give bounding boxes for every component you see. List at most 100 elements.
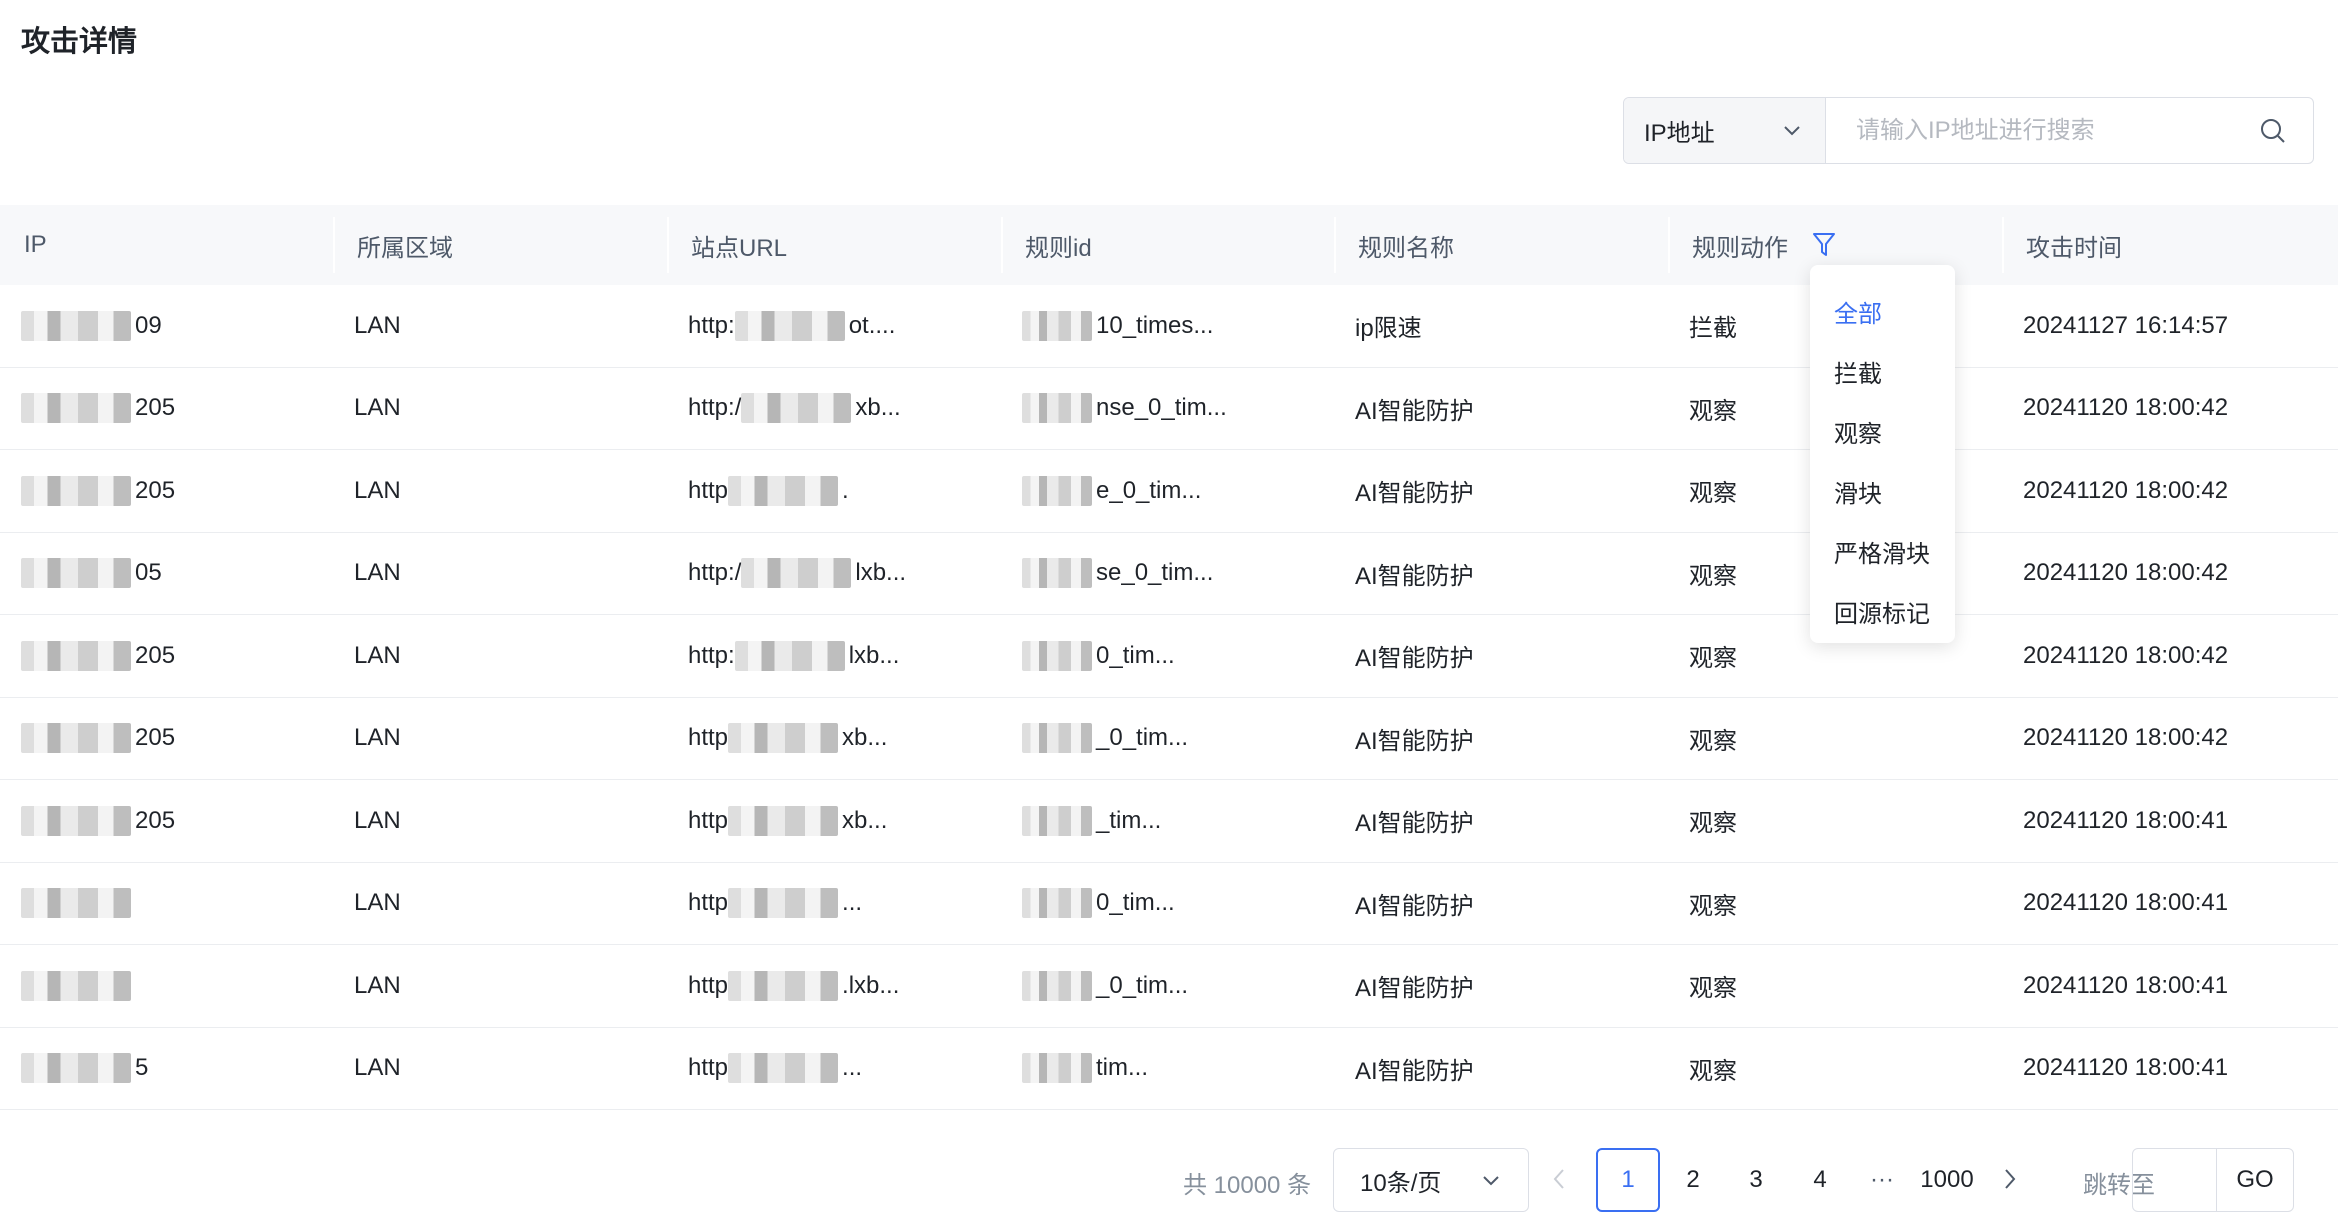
cell-url-prefix: http [688, 724, 729, 752]
table-row: 205 LAN http: lxb... 0_tim... AI智能防护 观察 2024112… [0, 615, 2338, 698]
cell-rule-action: 观察 [1689, 1057, 1737, 1085]
page-3-button[interactable]: 3 [1738, 1148, 1774, 1212]
table-row: LAN http .lxb... _0_tim... AI智能防护 观察 20241120 … [0, 945, 2338, 1028]
cell-site-url: http: ot.... [667, 285, 1001, 367]
redacted-mosaic [728, 723, 839, 754]
cell-url-prefix: http [688, 806, 729, 834]
cell-rule-id: se_0_tim... [1001, 533, 1334, 615]
next-page-icon[interactable] [1999, 1164, 2021, 1194]
cell-ip-text: 09 [135, 311, 162, 339]
cell-rule-id: 0_tim... [1001, 615, 1334, 697]
cell-ip-text: 205 [135, 641, 176, 669]
filter-icon[interactable] [1812, 232, 1836, 258]
cell-attack-time: 20241120 18:00:41 [2023, 971, 2229, 999]
redacted-mosaic [21, 558, 131, 589]
cell-rule-action: 观察 [1689, 727, 1737, 755]
search-icon[interactable] [2233, 98, 2313, 163]
table-row: 205 LAN http. e_0_tim... AI智能防护 观察 20241120 18… [0, 450, 2338, 533]
cell-url-suffix: xb... [842, 806, 888, 834]
cell-region: LAN [354, 1054, 401, 1082]
cell-url-suffix: ... [842, 889, 863, 917]
cell-attack-time: 20241120 18:00:42 [2023, 559, 2229, 587]
col-region: 所属区域 [333, 205, 667, 285]
page-title: 攻击详情 [21, 26, 138, 58]
cell-url-suffix: xb... [855, 394, 901, 422]
cell-url-prefix: http [688, 476, 729, 504]
cell-url-suffix: xb... [842, 724, 888, 752]
redacted-mosaic [1022, 805, 1092, 836]
cell-attack-time: 20241120 18:00:41 [2023, 806, 2229, 834]
filter-option-slider[interactable]: 滑块 [1810, 461, 1955, 521]
page-4-button[interactable]: 4 [1802, 1148, 1838, 1212]
cell-rule-id: tim... [1001, 1028, 1334, 1110]
cell-site-url: http. [667, 450, 1001, 532]
cell-attack-time: 20241120 18:00:42 [2023, 724, 2229, 752]
cell-ip [0, 945, 333, 1027]
cell-site-url: http:/ xb... [667, 368, 1001, 450]
cell-ip: 205 [0, 698, 333, 780]
total-count: 共 10000 条 [1183, 1172, 1312, 1199]
cell-rule-name: AI智能防护 [1355, 892, 1474, 920]
redacted-mosaic [734, 310, 845, 341]
cell-ip: 205 [0, 780, 333, 862]
filter-option-origin-mark[interactable]: 回源标记 [1810, 581, 1955, 641]
cell-rule-id-text: 10_times... [1096, 311, 1214, 339]
cell-url-prefix: http [688, 1054, 729, 1082]
prev-page-icon[interactable] [1548, 1164, 1570, 1194]
cell-site-url: http xb... [667, 698, 1001, 780]
cell-url-suffix: lxb... [848, 641, 900, 669]
redacted-mosaic [734, 640, 845, 671]
page-2-button[interactable]: 2 [1675, 1148, 1711, 1212]
redacted-mosaic [728, 970, 839, 1001]
cell-rule-action: 观察 [1689, 975, 1737, 1003]
redacted-mosaic [21, 640, 131, 671]
filter-option-observe[interactable]: 观察 [1810, 401, 1955, 461]
redacted-mosaic [1022, 558, 1092, 589]
cell-rule-id: e_0_tim... [1001, 450, 1334, 532]
table-row: 205 LAN http:/xb... nse_0_tim... AI智能防护 观察 202… [0, 368, 2338, 450]
table-row: 205 LAN http xb... _0_tim... AI智能防护 观察 20241120… [0, 698, 2338, 780]
go-button[interactable]: GO [2217, 1149, 2293, 1211]
cell-url-prefix: http: [688, 641, 735, 669]
cell-rule-id-text: se_0_tim... [1096, 559, 1214, 587]
cell-site-url: http... [667, 863, 1001, 945]
cell-region: LAN [354, 476, 401, 504]
redacted-mosaic [1022, 310, 1092, 341]
filter-option-block[interactable]: 拦截 [1810, 341, 1955, 401]
cell-site-url: http .lxb... [667, 945, 1001, 1027]
filter-option-all[interactable]: 全部 [1810, 281, 1955, 341]
cell-rule-name: AI智能防护 [1355, 562, 1474, 590]
search-input[interactable] [1826, 98, 2233, 163]
cell-ip: 5 [0, 1028, 333, 1110]
redacted-mosaic [21, 805, 131, 836]
page-last-button[interactable]: 1000 [1914, 1148, 1980, 1212]
page-1-button[interactable]: 1 [1596, 1148, 1660, 1212]
jump-input[interactable] [2133, 1149, 2217, 1211]
cell-url-prefix: http [688, 889, 729, 917]
col-attack-time: 攻击时间 [2002, 205, 2338, 285]
cell-rule-id-text: _0_tim... [1096, 724, 1189, 752]
page-ellipsis[interactable]: ··· [1864, 1148, 1900, 1212]
cell-rule-name: AI智能防护 [1355, 975, 1474, 1003]
cell-url-prefix: http [688, 971, 729, 999]
cell-region: LAN [354, 724, 401, 752]
cell-site-url: http:/ lxb... [667, 533, 1001, 615]
cell-url-suffix: . [842, 476, 849, 504]
cell-rule-name: AI智能防护 [1355, 645, 1474, 673]
cell-rule-name: AI智能防护 [1355, 1057, 1474, 1085]
cell-rule-id-text: nse_0_tim... [1096, 394, 1227, 422]
cell-region: LAN [354, 394, 401, 422]
col-rule-id: 规则id [1001, 205, 1334, 285]
cell-region: LAN [354, 559, 401, 587]
col-site-url: 站点URL [667, 205, 1001, 285]
filter-option-strict-slider[interactable]: 严格滑块 [1810, 521, 1955, 581]
cell-rule-id: _0_tim... [1001, 945, 1334, 1027]
search-bar: IP地址 [1623, 97, 2314, 164]
page-size-select[interactable]: 10条/页 [1333, 1148, 1529, 1212]
search-type-select[interactable]: IP地址 [1624, 98, 1826, 163]
redacted-mosaic [728, 475, 839, 506]
redacted-mosaic [21, 310, 131, 341]
cell-ip-text: 205 [135, 394, 176, 422]
cell-rule-id: nse_0_tim... [1001, 368, 1334, 450]
cell-rule-id-text: e_0_tim... [1096, 476, 1202, 504]
